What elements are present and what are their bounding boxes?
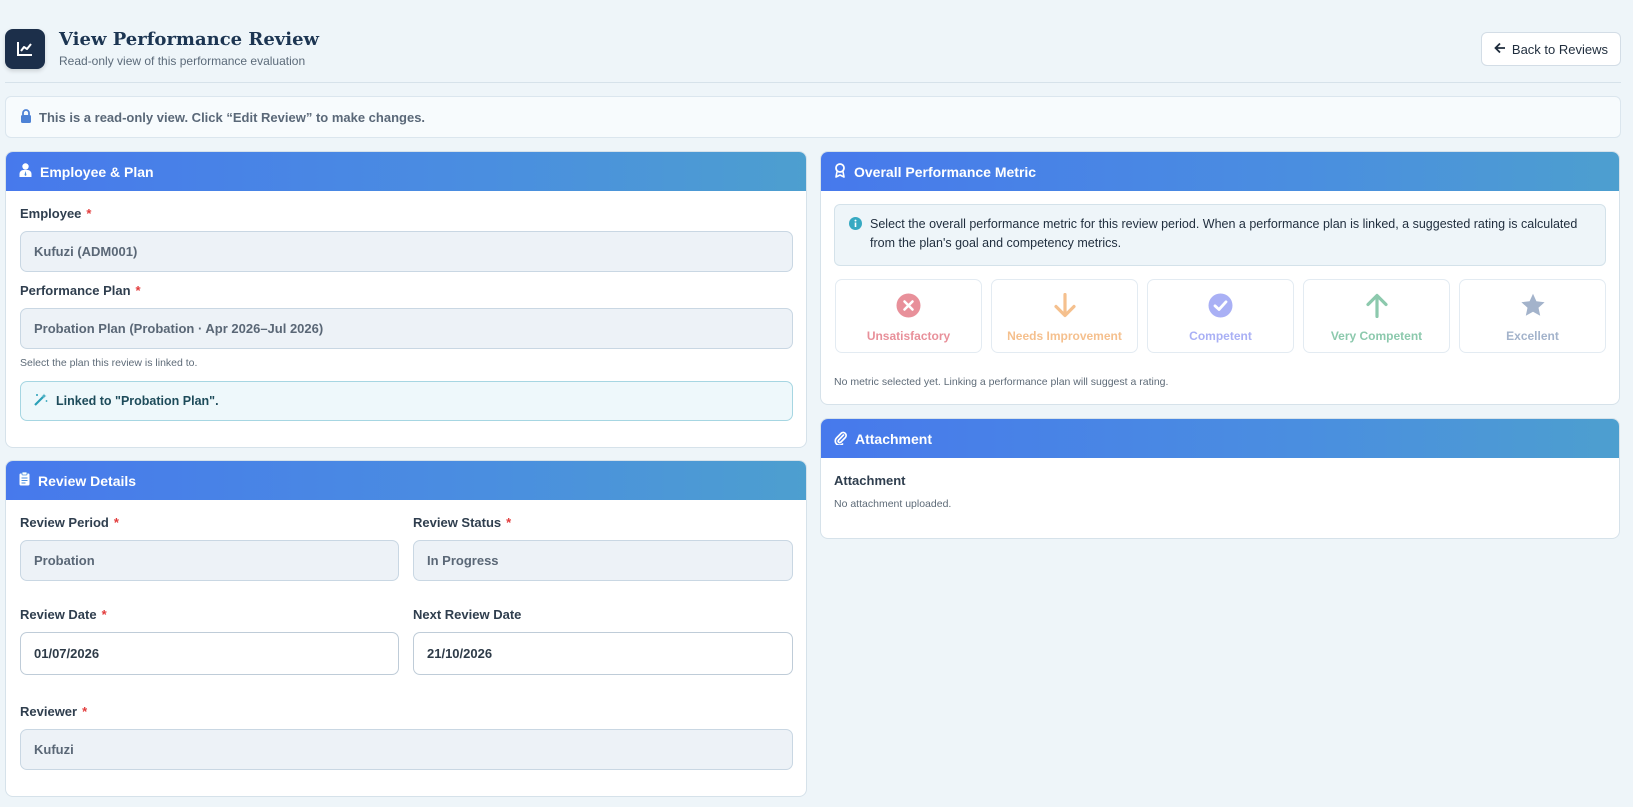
review-status-label: Review Status * (413, 515, 512, 530)
employee-plan-header: Employee & Plan (6, 152, 806, 191)
attachment-title: Attachment (855, 430, 933, 447)
paperclip-icon (834, 430, 847, 448)
linked-plan-text: Linked to "Probation Plan". (56, 394, 219, 408)
info-circle-icon (849, 217, 862, 236)
review-period-label: Review Period * (20, 515, 119, 530)
metric-option-competent[interactable]: Competent (1147, 279, 1294, 353)
metric-option-unsatisfactory[interactable]: Unsatisfactory (835, 279, 982, 353)
performance-plan-label: Performance Plan * (20, 283, 141, 298)
x-circle-icon (896, 293, 921, 321)
metric-option-label: Unsatisfactory (866, 329, 951, 343)
metric-header: Overall Performance Metric (821, 152, 1619, 191)
reviewer-label: Reviewer * (20, 704, 88, 719)
overall-performance-metric-card: Overall Performance Metric Select the ov… (820, 151, 1620, 405)
attachment-label: Attachment (834, 473, 906, 488)
metric-title: Overall Performance Metric (854, 163, 1037, 180)
page-header: View Performance Review Read-only view o… (5, 29, 1621, 70)
page-subtitle: Read-only view of this performance evalu… (59, 54, 306, 68)
metric-option-needs-improvement[interactable]: Needs Improvement (991, 279, 1138, 353)
next-review-date-field[interactable]: 21/10/2026 (413, 632, 793, 675)
attachment-header: Attachment (821, 419, 1619, 458)
metric-option-label: Very Competent (1330, 329, 1423, 343)
metric-option-excellent[interactable]: Excellent (1459, 279, 1606, 353)
header-divider (5, 82, 1621, 83)
employee-field[interactable]: Kufuzi (ADM001) (20, 231, 793, 272)
performance-plan-field[interactable]: Probation Plan (Probation · Apr 2026–Jul… (20, 308, 793, 349)
award-icon (834, 162, 846, 181)
reviewer-field[interactable]: Kufuzi (20, 729, 793, 770)
check-circle-icon (1208, 293, 1233, 321)
page-title: View Performance Review (59, 29, 320, 50)
star-icon (1520, 293, 1546, 321)
review-details-header: Review Details (6, 461, 806, 500)
review-date-field[interactable]: 01/07/2026 (20, 632, 399, 675)
arrow-down-icon (1053, 292, 1077, 321)
arrow-up-icon (1365, 293, 1389, 321)
metric-note: No metric selected yet. Linking a perfor… (834, 376, 1169, 388)
banner-text: This is a read-only view. Click “Edit Re… (39, 109, 426, 125)
lock-icon (20, 108, 32, 126)
clipboard-icon (19, 471, 30, 489)
review-date-label: Review Date * (20, 607, 107, 622)
chart-line-icon (5, 29, 45, 69)
next-review-date-label: Next Review Date (413, 607, 522, 622)
employee-plan-card: Employee & Plan Employee * Kufuzi (ADM001… (5, 151, 807, 448)
metric-info-text: Select the overall performance metric fo… (870, 217, 1578, 250)
attachment-status: No attachment uploaded. (834, 498, 952, 510)
review-details-title: Review Details (38, 472, 137, 489)
metric-option-very-competent[interactable]: Very Competent (1303, 279, 1450, 353)
user-tie-icon (19, 163, 32, 180)
metric-info-box: Select the overall performance metric fo… (834, 204, 1606, 266)
magic-wand-icon (34, 393, 48, 409)
review-status-field[interactable]: In Progress (413, 540, 793, 581)
review-details-card: Review Details Review Period * Probation … (5, 460, 807, 797)
page: View Performance Review Read-only view o… (0, 0, 1633, 807)
read-only-banner: This is a read-only view. Click “Edit Re… (5, 96, 1621, 138)
back-to-reviews-button[interactable]: Back to Reviews (1480, 32, 1621, 66)
attachment-card: Attachment Attachment No attachment uplo… (820, 418, 1620, 539)
back-button-label: Back to Reviews (1511, 41, 1608, 57)
employee-label: Employee * (20, 206, 92, 221)
metric-option-label: Needs Improvement (1007, 329, 1122, 343)
metric-option-label: Competent (1189, 329, 1252, 343)
arrow-left-icon (1494, 42, 1506, 57)
review-period-field[interactable]: Probation (20, 540, 399, 581)
plan-help-text: Select the plan this review is linked to… (20, 357, 198, 369)
linked-plan-notice: Linked to "Probation Plan". (20, 381, 793, 421)
metric-option-label: Excellent (1506, 329, 1559, 343)
employee-plan-title: Employee & Plan (40, 163, 154, 180)
